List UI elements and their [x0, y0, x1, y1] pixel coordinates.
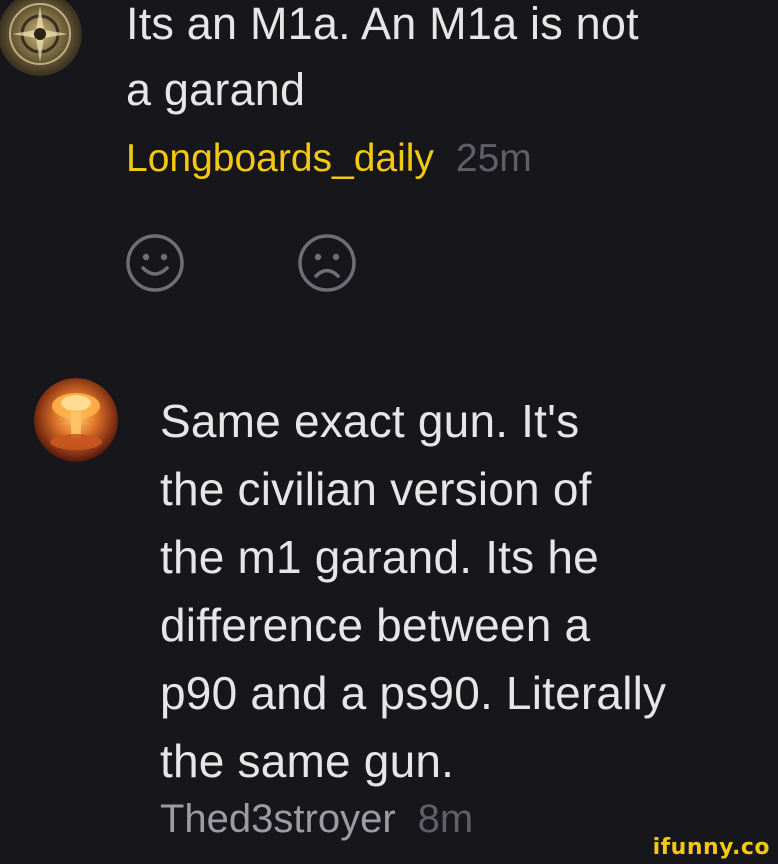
mushroom-cloud-icon — [34, 378, 118, 462]
comment-2-text-line: Same exact gun. It's — [160, 395, 580, 447]
ornate-emblem-icon — [0, 0, 82, 76]
ifunny-watermark: ifunny.co — [652, 835, 770, 860]
comment-2-text-line: the civilian version of — [160, 463, 592, 515]
comment-2-username[interactable]: Thed3stroyer — [160, 797, 396, 841]
comment-1-text-line-1: Its an M1a. An M1a is not — [126, 0, 639, 49]
smile-icon — [126, 234, 184, 292]
comment-1-text-line-2: a garand — [126, 64, 306, 115]
avatar-1[interactable] — [0, 0, 82, 76]
comment-2-text-line: p90 and a ps90. Literally — [160, 667, 667, 719]
comment-2-text-line: the m1 garand. Its he — [160, 531, 599, 583]
comment-2-meta: Thed3stroyer 8m — [160, 794, 473, 844]
comment-1-username[interactable]: Longboards_daily — [126, 137, 434, 180]
comment-1-timestamp: 25m — [455, 137, 532, 180]
comment-2-text-line: difference between a — [160, 599, 591, 651]
comment-2-timestamp: 8m — [417, 797, 474, 841]
comment-2-body: Same exact gun. It's the civilian versio… — [160, 387, 666, 795]
comment-1-meta: Longboards_daily 25m — [126, 134, 532, 184]
like-button[interactable] — [124, 232, 186, 294]
frown-icon — [298, 234, 356, 292]
avatar-2[interactable] — [34, 378, 118, 462]
dislike-button[interactable] — [296, 232, 358, 294]
comment-2-text-line: the same gun. — [160, 735, 455, 787]
